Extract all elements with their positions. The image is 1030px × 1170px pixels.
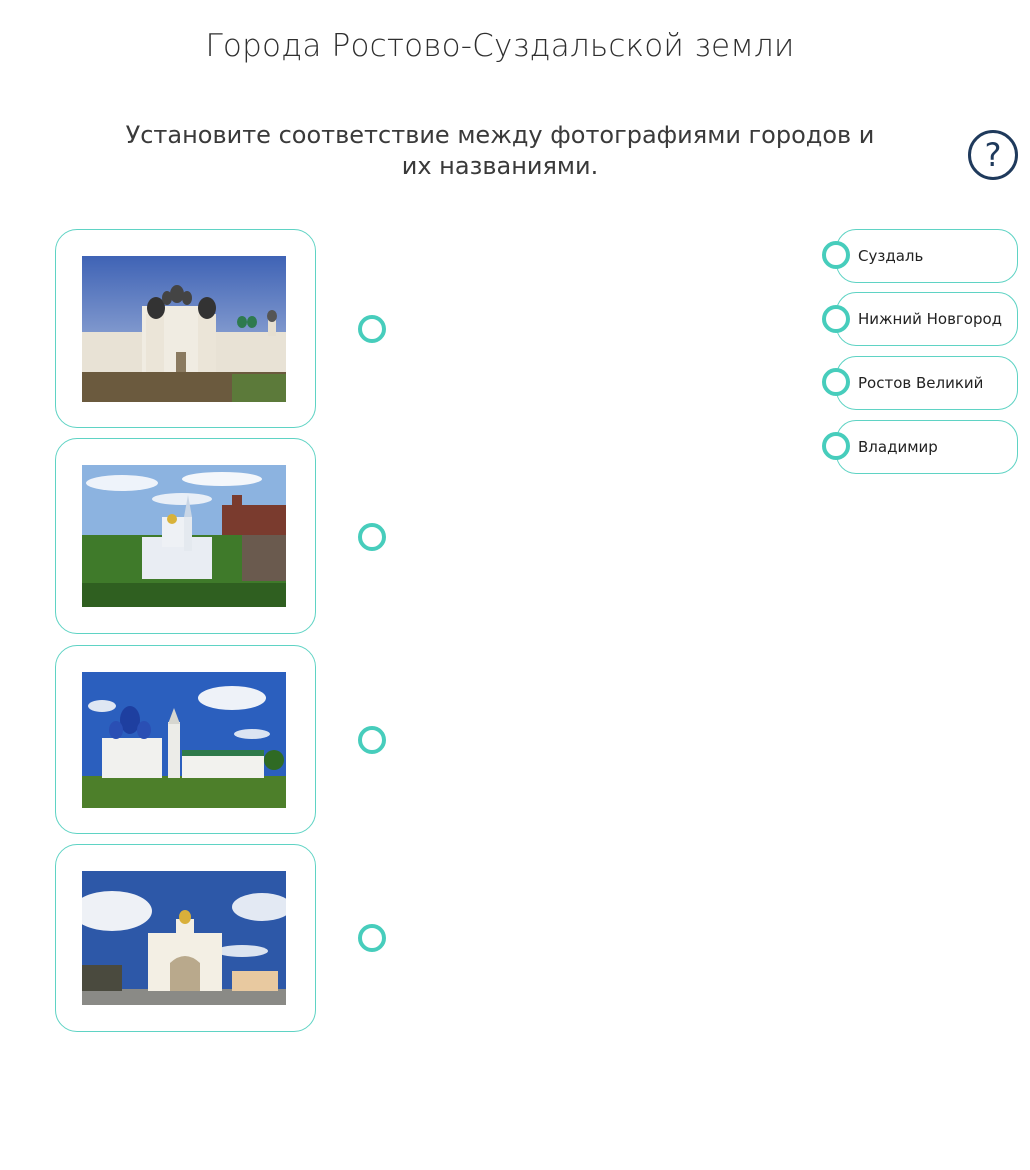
photo-connector-3[interactable]: [358, 726, 386, 754]
help-button[interactable]: ?: [968, 130, 1018, 180]
answer-connector-1[interactable]: [822, 241, 850, 269]
answer-connector-2[interactable]: [822, 305, 850, 333]
answer-option-3[interactable]: Ростов Великий: [836, 356, 1018, 410]
answer-label: Владимир: [858, 438, 938, 456]
answer-label: Ростов Великий: [858, 374, 984, 392]
answer-label: Нижний Новгород: [858, 310, 1003, 328]
answer-connector-3[interactable]: [822, 368, 850, 396]
photo-connector-2[interactable]: [358, 523, 386, 551]
photo-card-4[interactable]: [55, 844, 386, 1032]
answer-connector-4[interactable]: [822, 432, 850, 460]
photo-card-1[interactable]: [55, 229, 386, 428]
question-mark-icon: ?: [984, 136, 1002, 174]
photo-connector-1[interactable]: [358, 315, 386, 343]
answer-option-4[interactable]: Владимир: [836, 420, 1018, 474]
photo-card-3[interactable]: [55, 645, 386, 834]
answer-option-2[interactable]: Нижний Новгород: [836, 292, 1018, 346]
photo-connector-4[interactable]: [358, 924, 386, 952]
nizhny-novgorod-church-photo: [82, 465, 286, 607]
rostov-kremlin-photo: [82, 256, 286, 402]
photo-card-2[interactable]: [55, 438, 386, 634]
suzdal-cathedral-photo: [82, 672, 286, 808]
answer-label: Суздаль: [858, 247, 924, 265]
page-title: Города Ростово-Суздальской земли: [205, 28, 795, 64]
answer-option-1[interactable]: Суздаль: [836, 229, 1018, 283]
vladimir-golden-gate-photo: [82, 871, 286, 1005]
instructions-text: Установите соответствие между фотография…: [125, 121, 875, 180]
